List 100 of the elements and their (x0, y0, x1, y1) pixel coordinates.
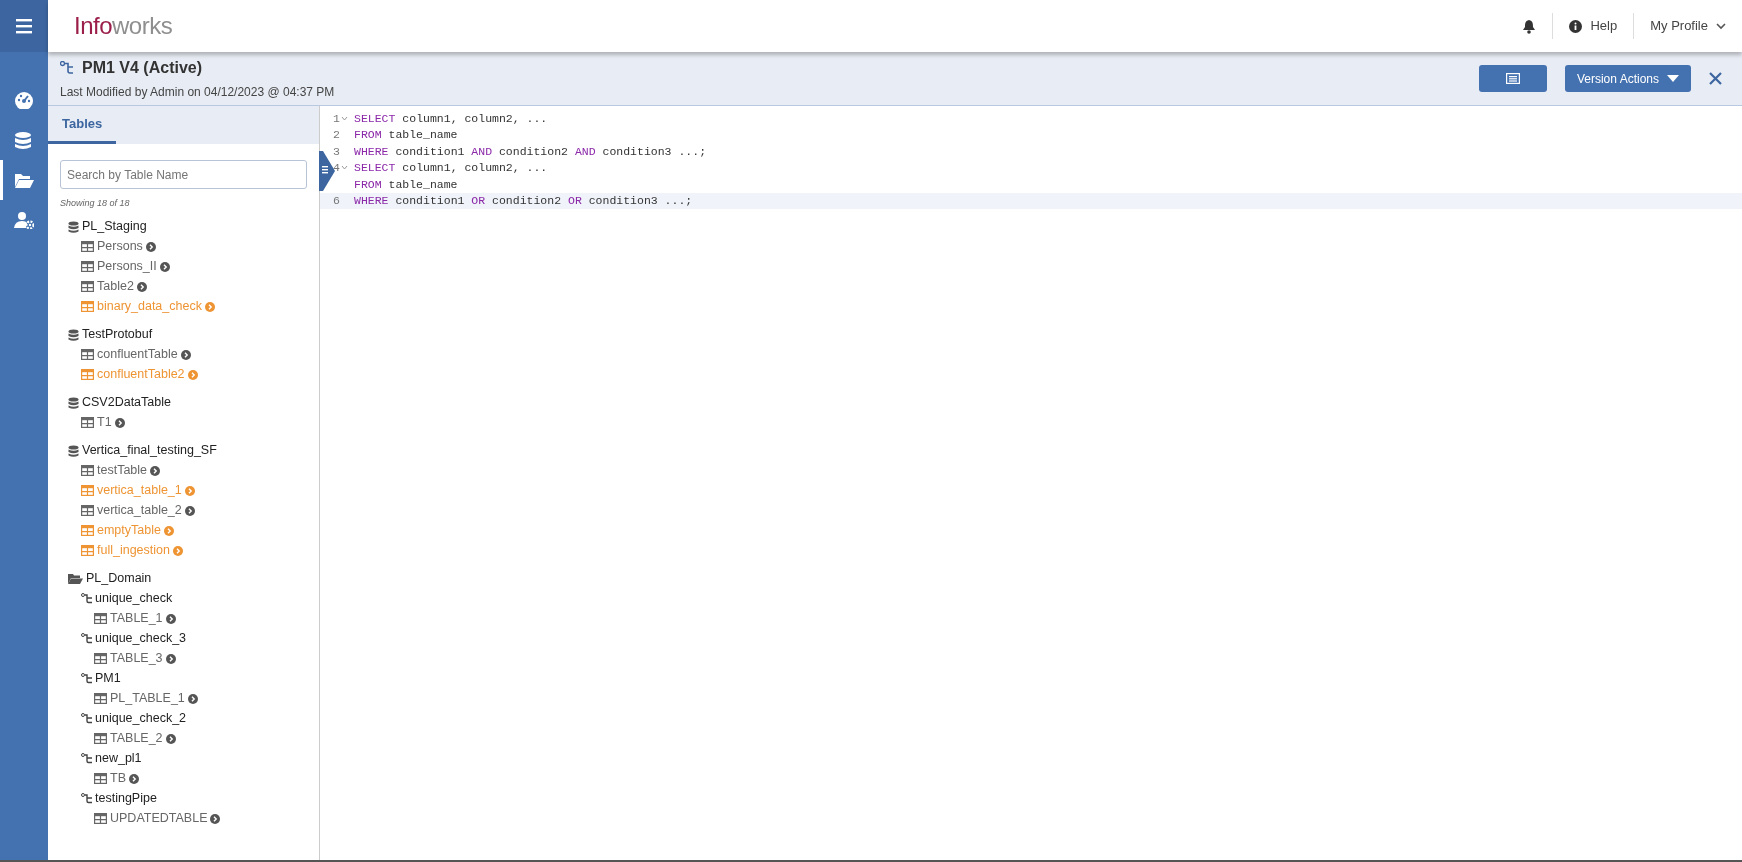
table-name[interactable]: TABLE_2 (110, 729, 163, 748)
arrow-circle-icon[interactable] (187, 693, 198, 704)
line-number: 2 (333, 127, 340, 144)
database-icon (68, 444, 79, 457)
table-icon (81, 465, 94, 476)
caret-icon (1667, 75, 1679, 82)
panel-icon (1505, 73, 1520, 84)
table-icon (94, 773, 107, 784)
table-icon (94, 733, 107, 744)
arrow-circle-icon[interactable] (184, 505, 195, 516)
table-icon (81, 417, 94, 428)
table-name[interactable]: Table2 (97, 277, 134, 296)
table-name[interactable]: TB (110, 769, 126, 788)
table-name[interactable]: TABLE_3 (110, 649, 163, 668)
code-line: WHERE condition1 AND condition2 AND condition3 ...; (353, 143, 707, 160)
arrow-circle-icon[interactable] (129, 773, 139, 784)
view-toggle-button[interactable] (1478, 65, 1547, 92)
code-line: SELECT column1, column2, ... (353, 160, 548, 177)
table-icon (81, 369, 94, 380)
database-icon (68, 396, 79, 409)
source-name[interactable]: Vertica_final_testing_SF (82, 441, 217, 460)
line-number: 3 (333, 143, 340, 160)
pipeline-icon (81, 713, 92, 724)
table-name[interactable]: Persons_II (97, 257, 157, 276)
arrow-circle-icon[interactable] (210, 813, 221, 824)
close-icon (1709, 72, 1722, 85)
arrow-circle-icon[interactable] (180, 349, 191, 360)
pipeline-icon (81, 633, 92, 644)
table-icon (81, 485, 94, 496)
line-number: 4 (333, 160, 340, 177)
search-field[interactable]: Search by Table Name (60, 160, 307, 189)
table-icon (81, 241, 94, 252)
chevron-down-icon (1716, 22, 1726, 30)
table-name[interactable]: TABLE_1 (110, 609, 163, 628)
arrow-circle-icon[interactable] (150, 465, 161, 476)
source-name[interactable]: PL_Staging (82, 217, 147, 236)
arrow-circle-icon[interactable] (165, 733, 176, 744)
pipeline-name[interactable]: PM1 (95, 669, 121, 688)
source-name[interactable]: PL_Domain (86, 569, 152, 588)
source-name[interactable]: TestProtobuf (82, 325, 153, 344)
bell-icon[interactable] (1522, 18, 1537, 34)
version-actions-button[interactable]: Version Actions (1564, 65, 1691, 92)
menu-button[interactable] (0, 0, 48, 52)
table-name[interactable]: PL_TABLE_1 (110, 689, 185, 708)
arrow-circle-icon[interactable] (165, 653, 176, 664)
menu-icon (16, 18, 32, 34)
folder-icon (68, 573, 83, 584)
arrow-circle-icon[interactable] (165, 613, 176, 624)
pipeline-name[interactable]: unique_check (95, 589, 173, 608)
user-settings-icon (14, 211, 34, 229)
table-icon (81, 545, 94, 556)
last-modified-text: Last Modified by Admin on 04/12/2023 @ 04:37 PM (60, 84, 335, 101)
pipeline-name[interactable]: testingPipe (95, 789, 157, 808)
pipeline-icon (81, 593, 92, 604)
gauge-icon (14, 91, 34, 109)
pipeline-name[interactable]: unique_check_3 (95, 629, 187, 648)
logo: Infoworks (74, 11, 173, 41)
arrow-circle-icon[interactable] (145, 241, 156, 252)
code-line: WHERE condition1 OR condition2 OR condition3 ...; (353, 193, 693, 210)
table-icon (94, 653, 107, 664)
code-line: FROM table_name (353, 176, 458, 193)
table-name[interactable]: UPDATEDTABLE (110, 809, 208, 828)
arrow-circle-icon[interactable] (114, 417, 125, 428)
code-line: FROM table_name (353, 127, 458, 144)
table-name[interactable]: confluentTable (97, 345, 178, 364)
table-name[interactable]: T1 (97, 413, 112, 432)
table-icon (94, 613, 107, 624)
pipeline-name[interactable]: new_pl1 (95, 749, 142, 768)
table-name[interactable]: Persons (97, 237, 143, 256)
profile-menu[interactable]: My Profile (1633, 13, 1726, 39)
folder-icon (14, 171, 34, 189)
collapse-handle[interactable] (319, 151, 335, 191)
fold-icon[interactable] (341, 115, 348, 121)
table-name[interactable]: testTable (97, 461, 148, 480)
table-icon (94, 813, 107, 824)
pipeline-name[interactable]: unique_check_2 (95, 709, 187, 728)
pipeline-icon (81, 753, 92, 764)
fold-icon[interactable] (341, 165, 348, 171)
table-name[interactable]: vertica_table_2 (97, 501, 182, 520)
close-button[interactable] (1709, 72, 1722, 85)
line-number: 1 (333, 110, 340, 127)
arrow-circle-icon[interactable] (159, 261, 170, 272)
line-number: 6 (333, 193, 340, 210)
arrow-circle-icon[interactable] (136, 281, 147, 292)
code-line: SELECT column1, column2, ... (353, 110, 548, 127)
info-icon (1569, 19, 1583, 33)
table-icon (81, 505, 94, 516)
database-icon (68, 220, 79, 233)
table-icon (81, 261, 94, 272)
table-icon (81, 281, 94, 292)
result-count: Showing 18 of 18 (60, 197, 131, 210)
database-icon (68, 328, 79, 341)
help-link[interactable]: Help (1552, 13, 1634, 39)
table-icon (81, 301, 94, 312)
database-icon (14, 131, 34, 149)
pipeline-icon (81, 793, 92, 804)
table-icon (94, 693, 107, 704)
table-icon (81, 525, 94, 536)
pipeline-title: PM1 V4 (Active) (82, 58, 203, 78)
source-name[interactable]: CSV2DataTable (82, 393, 171, 412)
